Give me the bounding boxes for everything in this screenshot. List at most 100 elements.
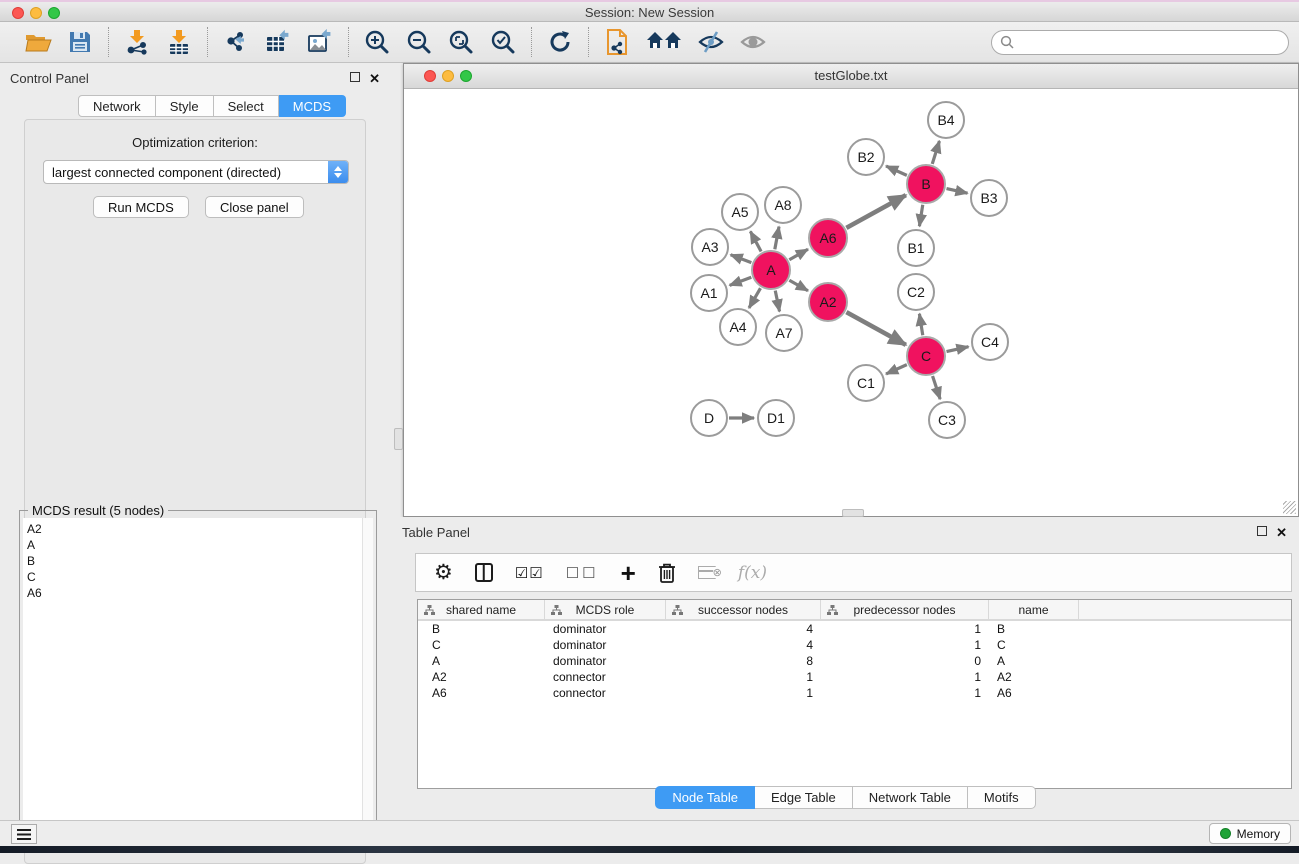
graph-node-C4[interactable]: C4: [971, 323, 1009, 361]
tab-edge-table[interactable]: Edge Table: [755, 786, 853, 809]
table-cell[interactable]: 1: [666, 669, 821, 685]
new-network-from-selection-button[interactable]: [603, 28, 631, 56]
apply-layout-button[interactable]: [546, 28, 574, 56]
first-neighbors-button[interactable]: [645, 28, 683, 56]
graph-node-D1[interactable]: D1: [757, 399, 795, 437]
table-cell[interactable]: dominator: [545, 621, 666, 637]
open-session-button[interactable]: [24, 28, 52, 56]
tab-motifs[interactable]: Motifs: [968, 786, 1036, 809]
table-cell[interactable]: A2: [989, 669, 1079, 685]
graph-node-A6[interactable]: A6: [808, 218, 848, 258]
table-cell[interactable]: B: [418, 621, 545, 637]
add-row-button[interactable]: +: [621, 560, 636, 586]
hide-selected-button[interactable]: [697, 28, 725, 56]
table-cell[interactable]: dominator: [545, 637, 666, 653]
network-canvas[interactable]: B4B2BB3A8A5A6A3B1AC2A1A2A4A7C4CC1C3DD1: [404, 89, 1298, 516]
graph-edge-B-B1[interactable]: [919, 205, 922, 227]
task-history-button[interactable]: [11, 824, 37, 844]
export-image-button[interactable]: [306, 28, 334, 56]
graph-node-A8[interactable]: A8: [764, 186, 802, 224]
table-cell[interactable]: connector: [545, 685, 666, 701]
table-cell[interactable]: 8: [666, 653, 821, 669]
split-divider-handle-vertical[interactable]: [394, 428, 403, 450]
tab-node-table[interactable]: Node Table: [655, 786, 755, 809]
tab-network[interactable]: Network: [78, 95, 156, 117]
table-cell[interactable]: C: [418, 637, 545, 653]
resize-grip[interactable]: [1283, 501, 1296, 514]
tab-style[interactable]: Style: [156, 95, 214, 117]
graph-node-B4[interactable]: B4: [927, 101, 965, 139]
import-table-button[interactable]: [165, 28, 193, 56]
graph-node-A4[interactable]: A4: [719, 308, 757, 346]
table-row[interactable]: A6connector11A6: [418, 685, 1291, 701]
column-mcds-role[interactable]: MCDS role: [545, 600, 666, 619]
table-cell[interactable]: 4: [666, 621, 821, 637]
graph-edge-A-A6[interactable]: [789, 249, 808, 259]
export-table-button[interactable]: [264, 28, 292, 56]
show-columns-button[interactable]: [475, 560, 493, 586]
search-input[interactable]: [991, 30, 1289, 55]
result-item[interactable]: A: [27, 537, 362, 553]
table-close-button[interactable]: ✕: [1276, 525, 1287, 541]
column-predecessor-nodes[interactable]: predecessor nodes: [821, 600, 989, 619]
tab-mcds[interactable]: MCDS: [279, 95, 346, 117]
table-row[interactable]: Adominator80A: [418, 653, 1291, 669]
graph-edge-A2-C[interactable]: [846, 312, 905, 345]
function-builder-button[interactable]: f(x): [738, 560, 767, 586]
unselect-all-button[interactable]: ☐☐: [566, 560, 599, 586]
criterion-select[interactable]: largest connected component (directed): [43, 160, 349, 184]
result-item[interactable]: A6: [27, 585, 362, 601]
graph-edge-A-A2[interactable]: [789, 280, 808, 290]
result-scrollbar[interactable]: [362, 518, 373, 846]
result-item[interactable]: B: [27, 553, 362, 569]
table-row[interactable]: Bdominator41B: [418, 621, 1291, 637]
table-cell[interactable]: 1: [821, 685, 989, 701]
graph-edge-A-A7[interactable]: [775, 291, 779, 312]
tab-network-table[interactable]: Network Table: [853, 786, 968, 809]
table-cell[interactable]: connector: [545, 669, 666, 685]
table-cell[interactable]: 0: [821, 653, 989, 669]
graph-edge-B-B2[interactable]: [886, 166, 907, 175]
close-panel-button-mcds[interactable]: Close panel: [205, 196, 304, 218]
graph-node-B[interactable]: B: [906, 164, 946, 204]
select-all-button[interactable]: ☑☑: [515, 560, 544, 586]
network-window-titlebar[interactable]: testGlobe.txt: [404, 64, 1298, 89]
graph-edge-C-C3[interactable]: [933, 376, 941, 399]
graph-edge-A-A4[interactable]: [749, 288, 760, 308]
zoom-out-button[interactable]: [405, 28, 433, 56]
column-name[interactable]: name: [989, 600, 1079, 619]
zoom-in-button[interactable]: [363, 28, 391, 56]
zoom-selected-button[interactable]: [489, 28, 517, 56]
mcds-result-list[interactable]: A2ABCA6: [23, 518, 362, 846]
table-float-button[interactable]: [1257, 525, 1267, 539]
graph-node-D[interactable]: D: [690, 399, 728, 437]
graph-node-C2[interactable]: C2: [897, 273, 935, 311]
column-shared-name[interactable]: shared name: [418, 600, 545, 619]
table-cell[interactable]: 4: [666, 637, 821, 653]
table-cell[interactable]: A6: [418, 685, 545, 701]
table-cell[interactable]: B: [989, 621, 1079, 637]
float-panel-button[interactable]: [350, 71, 360, 85]
table-cell[interactable]: A6: [989, 685, 1079, 701]
tab-select[interactable]: Select: [214, 95, 279, 117]
graph-edge-A-A3[interactable]: [731, 255, 752, 263]
graph-node-B3[interactable]: B3: [970, 179, 1008, 217]
graph-node-A7[interactable]: A7: [765, 314, 803, 352]
table-cell[interactable]: A2: [418, 669, 545, 685]
table-row[interactable]: A2connector11A2: [418, 669, 1291, 685]
result-item[interactable]: C: [27, 569, 362, 585]
graph-edge-A6-B[interactable]: [846, 195, 905, 228]
memory-button[interactable]: Memory: [1209, 823, 1291, 844]
table-body[interactable]: Bdominator41BCdominator41CAdominator80AA…: [418, 621, 1291, 701]
show-all-button[interactable]: [739, 28, 767, 56]
graph-node-C3[interactable]: C3: [928, 401, 966, 439]
graph-edge-A-A8[interactable]: [775, 227, 779, 250]
table-cell[interactable]: A: [418, 653, 545, 669]
graph-edge-C-C2[interactable]: [919, 314, 922, 336]
delete-table-button[interactable]: [698, 560, 716, 586]
graph-node-A[interactable]: A: [751, 250, 791, 290]
save-session-button[interactable]: [66, 28, 94, 56]
column-successor-nodes[interactable]: successor nodes: [666, 600, 821, 619]
graph-edge-A-A1[interactable]: [730, 277, 752, 285]
delete-rows-button[interactable]: [658, 560, 676, 586]
